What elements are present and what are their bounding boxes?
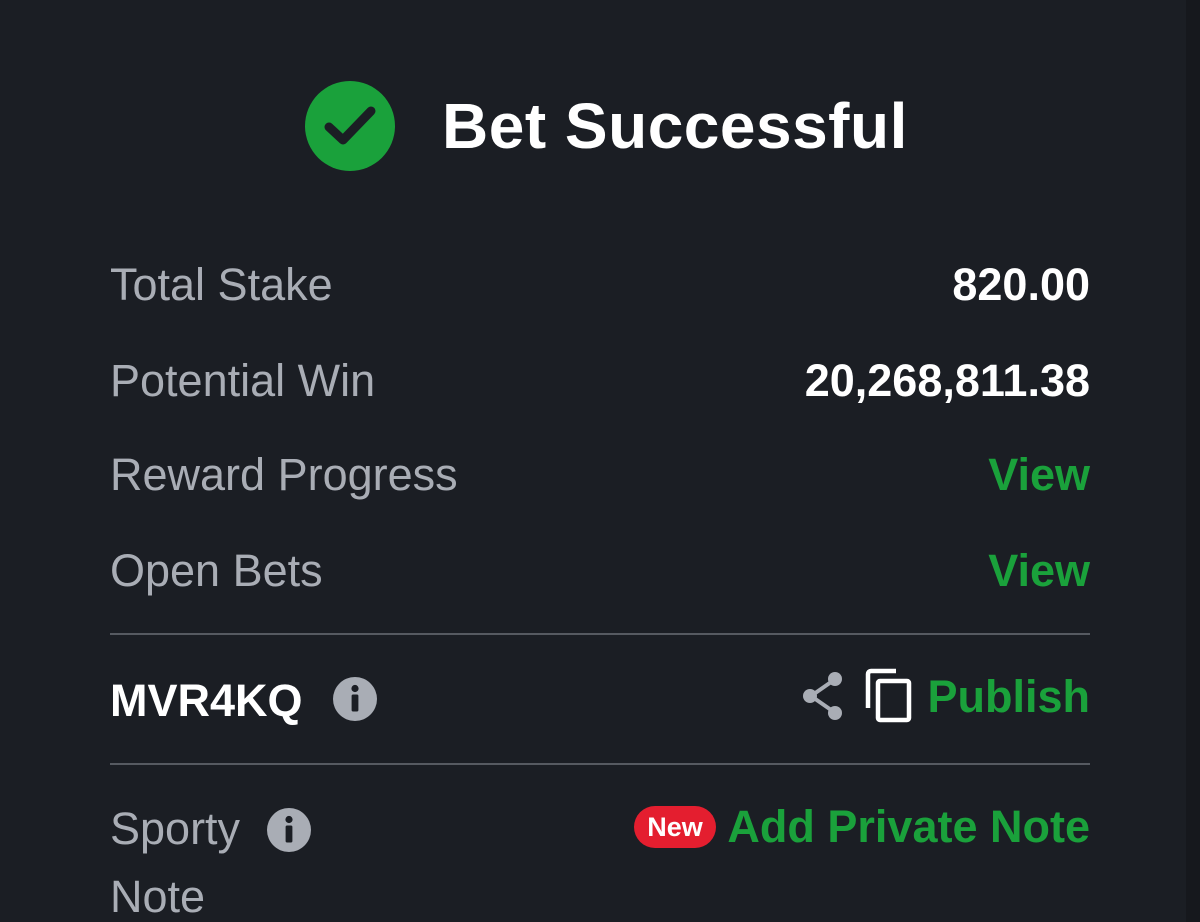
copy-icon[interactable]	[864, 668, 914, 724]
add-private-note-button[interactable]: Add Private Note	[727, 792, 1090, 862]
sporty-note-label-line2: Note	[110, 871, 206, 922]
publish-button[interactable]: Publish	[927, 662, 1090, 732]
divider	[110, 763, 1090, 765]
potential-win-value: 20,268,811.38	[804, 355, 1090, 406]
divider	[110, 633, 1090, 635]
bet-success-header: Bet Successful	[0, 80, 1200, 172]
total-stake-value: 820.00	[952, 259, 1090, 310]
open-bets-view-link[interactable]: View	[988, 536, 1090, 606]
check-circle-icon	[305, 81, 395, 171]
total-stake-label: Total Stake	[110, 259, 333, 310]
booking-code: MVR4KQ	[110, 675, 303, 726]
reward-progress-row: Reward Progress View	[110, 440, 1090, 510]
new-badge: New	[634, 806, 716, 848]
open-bets-label: Open Bets	[110, 545, 323, 596]
open-bets-row: Open Bets View	[110, 536, 1090, 606]
sporty-note-label: Sporty	[110, 803, 241, 854]
total-stake-row: Total Stake 820.00	[110, 250, 1090, 320]
info-icon[interactable]	[332, 676, 378, 722]
page-title: Bet Successful	[442, 90, 908, 162]
info-icon[interactable]	[266, 807, 312, 853]
potential-win-row: Potential Win 20,268,811.38	[110, 346, 1090, 416]
potential-win-label: Potential Win	[110, 355, 376, 406]
reward-progress-label: Reward Progress	[110, 449, 458, 500]
reward-progress-view-link[interactable]: View	[988, 440, 1090, 510]
share-icon[interactable]	[800, 670, 846, 722]
